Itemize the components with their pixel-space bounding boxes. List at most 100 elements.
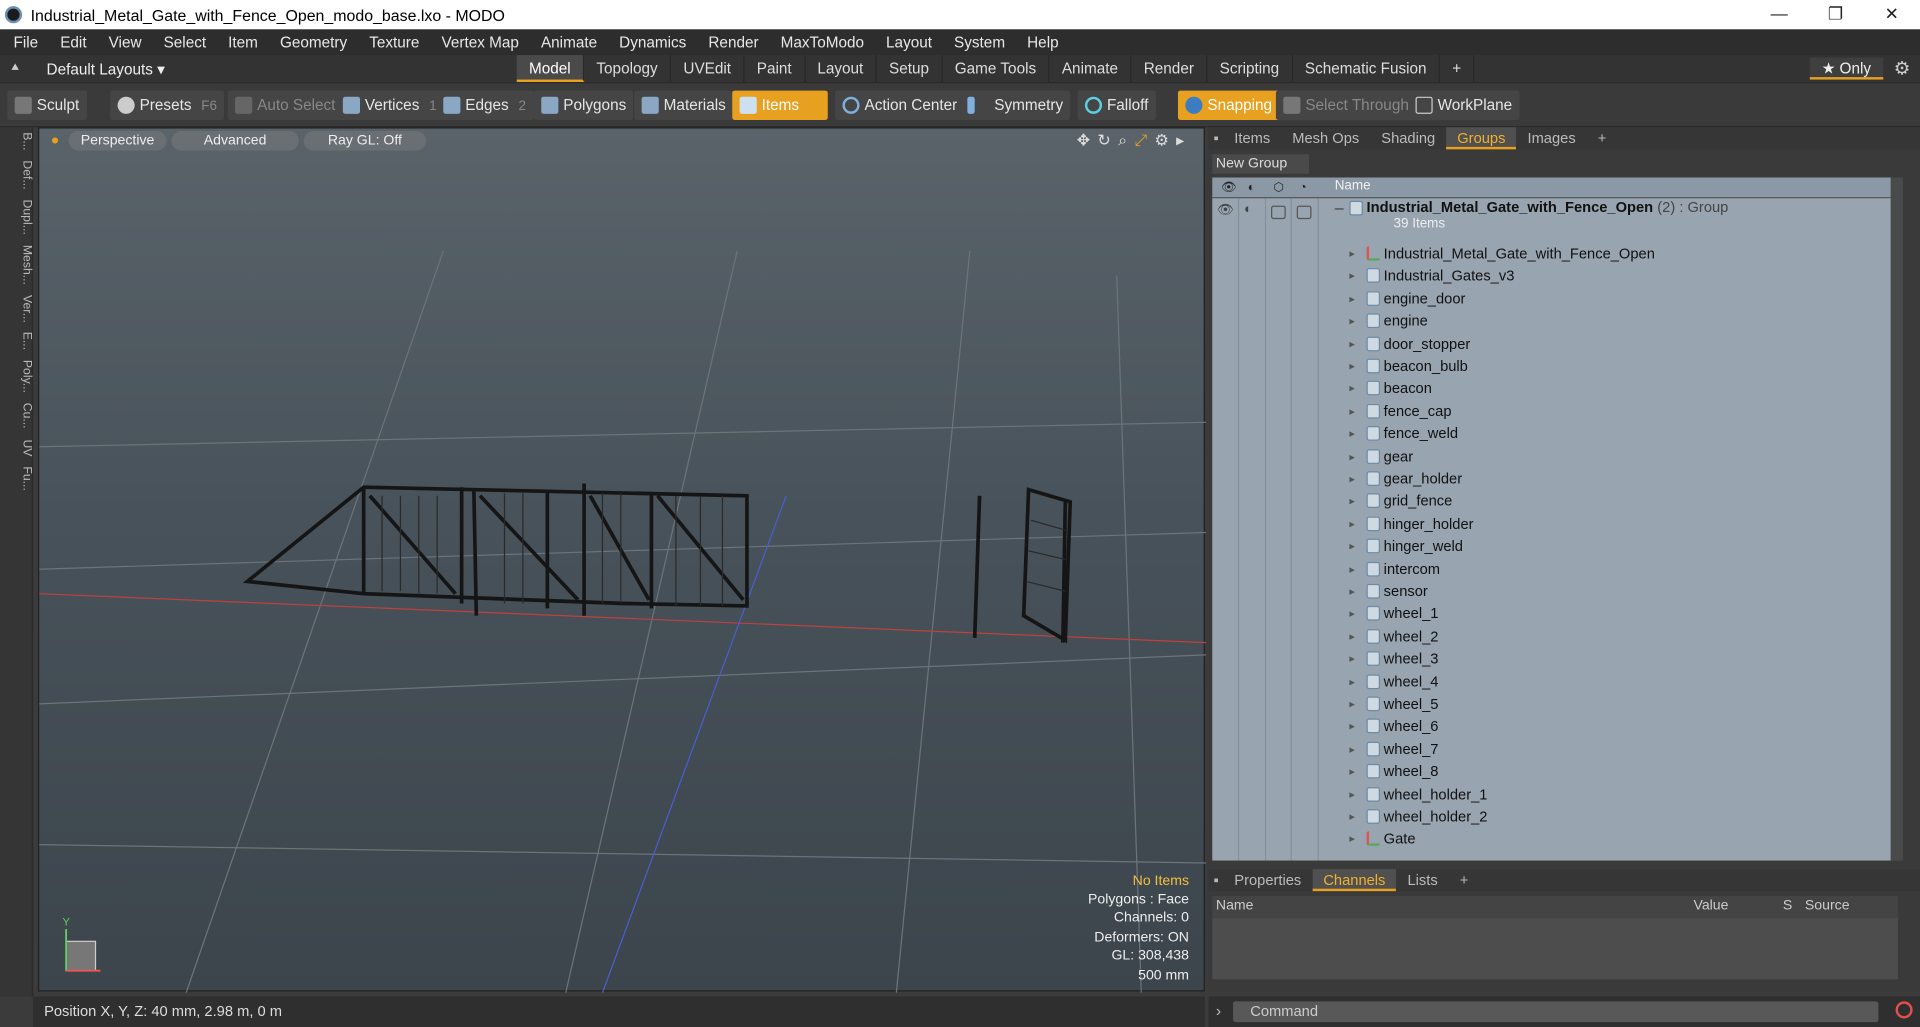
edges-button[interactable]: Edges 2 <box>435 90 534 120</box>
menu-edit[interactable]: Edit <box>47 34 95 51</box>
strip-tab-uv[interactable]: UV <box>0 434 33 461</box>
tree-item-row[interactable]: ▸ door_stopper <box>1212 332 1898 354</box>
raygl-button[interactable]: Ray GL: Off <box>303 130 427 151</box>
tab-topology[interactable]: Topology <box>584 55 672 83</box>
menu-texture[interactable]: Texture <box>356 34 428 51</box>
presets-button[interactable]: Presets F6 <box>110 90 225 120</box>
tree-item-row[interactable]: ▸ beacon_bulb <box>1212 355 1898 377</box>
menu-item[interactable]: Item <box>215 34 267 51</box>
workplane-button[interactable]: WorkPlane <box>1408 90 1520 120</box>
3d-viewport[interactable]: Y ● Perspective Advanced Ray GL: Off ✥ ↻… <box>37 127 1207 993</box>
expand-icon[interactable]: ▸ <box>1349 310 1355 332</box>
snapping-button[interactable]: Snapping <box>1177 90 1280 120</box>
materials-button[interactable]: Materials <box>634 90 734 120</box>
panel-menu-icon[interactable]: ▪ <box>1209 127 1224 149</box>
expand-icon[interactable]: ▸ <box>1349 355 1355 377</box>
expand-icon[interactable]: ▸ <box>1349 715 1355 737</box>
tree-item-row[interactable]: ▸ wheel_1 <box>1212 603 1898 625</box>
select-through-button[interactable]: Select Through <box>1275 90 1417 120</box>
tree-item-row[interactable]: ▸ wheel_holder_2 <box>1212 805 1898 827</box>
expand-icon[interactable]: ▸ <box>1349 580 1355 602</box>
vertices-button[interactable]: Vertices 1 <box>335 90 444 120</box>
rotate-view-icon[interactable]: ↻ <box>1097 131 1110 151</box>
eye-icon[interactable]: 👁 <box>1217 202 1234 218</box>
channels-menu-icon[interactable]: ▪ <box>1209 869 1224 891</box>
render-col-icon[interactable]: ◐ <box>1248 181 1263 194</box>
only-toggle[interactable]: ★ Only <box>1809 57 1884 80</box>
expand-icon[interactable]: ▸ <box>1349 805 1355 827</box>
tree-item-row[interactable]: ▸ wheel_3 <box>1212 648 1898 670</box>
tab-paint[interactable]: Paint <box>744 55 806 83</box>
restore-button[interactable]: ❐ <box>1807 0 1863 29</box>
expand-icon[interactable]: ▸ <box>1349 378 1355 400</box>
select-col-icon[interactable]: ◔ <box>1299 181 1314 194</box>
viewport-settings-icon[interactable]: ⚙ <box>1154 131 1168 151</box>
render-icon[interactable]: ◐ <box>1244 202 1259 217</box>
expand-icon[interactable]: ▸ <box>1349 490 1355 512</box>
items-button[interactable]: Items <box>732 90 828 120</box>
strip-tab-def[interactable]: Def... <box>0 155 33 194</box>
expand-icon[interactable]: ▸ <box>1349 513 1355 535</box>
auto-select-button[interactable]: Auto Select <box>227 90 343 120</box>
tab-setup[interactable]: Setup <box>877 55 943 83</box>
tree-item-row[interactable]: ▸ wheel_5 <box>1212 693 1898 715</box>
tree-item-row[interactable]: ▸ sensor <box>1212 580 1898 602</box>
tab-properties[interactable]: Properties <box>1223 869 1312 891</box>
expand-icon[interactable]: ▸ <box>1349 535 1355 557</box>
tree-item-row[interactable]: ▸ wheel_4 <box>1212 670 1898 692</box>
tree-item-row[interactable]: ▸ wheel_holder_1 <box>1212 783 1898 805</box>
strip-tab-mesh[interactable]: Mesh... <box>0 240 33 290</box>
tab-shading[interactable]: Shading <box>1370 127 1446 149</box>
add-panel-tab[interactable]: + <box>1587 127 1618 149</box>
tree-item-row[interactable]: ▸ wheel_2 <box>1212 625 1898 647</box>
expand-icon[interactable]: ▸ <box>1349 670 1355 692</box>
tree-item-row[interactable]: ▸ gear <box>1212 445 1898 467</box>
menu-file[interactable]: File <box>0 34 47 51</box>
menu-system[interactable]: System <box>941 34 1014 51</box>
strip-tab-e[interactable]: E... <box>0 327 33 355</box>
expand-icon[interactable]: ▸ <box>1349 445 1355 467</box>
expand-icon[interactable]: ▸ <box>1349 332 1355 354</box>
expand-icon[interactable]: ▸ <box>1349 828 1355 850</box>
tree-item-row[interactable]: ▸ hinger_weld <box>1212 535 1898 557</box>
tree-item-row[interactable]: ▸ fence_weld <box>1212 423 1898 445</box>
move-view-icon[interactable]: ✥ <box>1077 131 1090 151</box>
tree-item-row[interactable]: ▸ beacon <box>1212 378 1898 400</box>
channels-name-col[interactable]: Name <box>1216 898 1254 913</box>
menu-animate[interactable]: Animate <box>527 34 605 51</box>
expand-icon[interactable]: ▸ <box>1349 558 1355 580</box>
expand-icon[interactable]: ▸ <box>1349 760 1355 782</box>
add-tab-button[interactable]: + <box>1440 55 1475 83</box>
falloff-button[interactable]: Falloff <box>1077 90 1156 120</box>
tree-item-row[interactable]: ▸ intercom <box>1212 558 1898 580</box>
tree-scrollbar[interactable] <box>1890 177 1903 861</box>
menu-select[interactable]: Select <box>150 34 215 51</box>
collapse-icon[interactable]: – <box>1335 198 1344 216</box>
channels-s-col[interactable]: S <box>1783 898 1792 913</box>
lock-col-icon[interactable]: ⬡ <box>1273 181 1288 194</box>
tree-item-row[interactable]: ▸ wheel_6 <box>1212 715 1898 737</box>
expand-icon[interactable]: ▸ <box>1349 400 1355 422</box>
tree-item-row[interactable]: ▸ fence_cap <box>1212 400 1898 422</box>
tree-item-row[interactable]: ▸ engine_door <box>1212 287 1898 309</box>
expand-icon[interactable]: ▸ <box>1349 287 1355 309</box>
tab-model[interactable]: Model <box>516 55 585 83</box>
tab-render[interactable]: Render <box>1131 55 1208 83</box>
channels-source-col[interactable]: Source <box>1805 898 1850 913</box>
tree-item-row[interactable]: ▸ wheel_7 <box>1212 738 1898 760</box>
advanced-button[interactable]: Advanced <box>171 130 299 151</box>
tab-channels[interactable]: Channels <box>1312 869 1397 892</box>
command-input[interactable]: Command <box>1233 1001 1879 1023</box>
symmetry-button[interactable]: Symmetry <box>960 90 1071 120</box>
strip-tab-b[interactable]: B... <box>0 127 33 155</box>
tab-groups[interactable]: Groups <box>1446 127 1517 150</box>
zoom-view-icon[interactable]: ⌕ <box>1118 131 1127 151</box>
menu-vertex-map[interactable]: Vertex Map <box>428 34 527 51</box>
tree-item-row[interactable]: ▸ engine <box>1212 310 1898 332</box>
tab-schematic-fusion[interactable]: Schematic Fusion <box>1293 55 1441 83</box>
expand-icon[interactable]: ▸ <box>1349 603 1355 625</box>
expand-icon[interactable]: ▸ <box>1349 693 1355 715</box>
strip-tab-cu[interactable]: Cu... <box>0 398 33 434</box>
tab-game-tools[interactable]: Game Tools <box>943 55 1050 83</box>
strip-tab-dupl[interactable]: Dupl... <box>0 195 33 240</box>
